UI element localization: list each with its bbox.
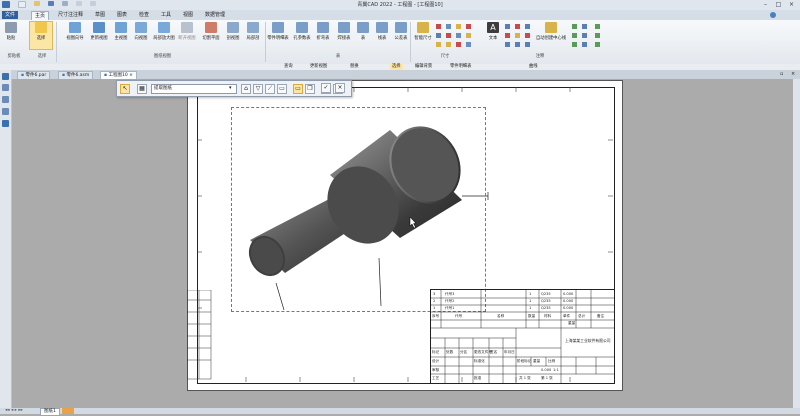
row-qty: 1: [529, 299, 532, 303]
row-material: Q235: [541, 292, 551, 296]
label-standardize: 标准化: [474, 359, 485, 363]
header-code: 代号: [455, 314, 463, 318]
row-code: 代号1: [445, 306, 455, 310]
row-code: 代号3: [445, 292, 455, 296]
company-name: 上海某某工业软件有限公司: [565, 338, 611, 343]
label-date: 年月日: [504, 350, 515, 354]
select-in-view-icon[interactable]: ⌂: [241, 84, 251, 94]
add-sheet-icon[interactable]: [62, 408, 74, 414]
header-name: 名称: [497, 314, 505, 318]
row-single-weight: 0.000: [563, 299, 574, 303]
label-check: 审核: [432, 368, 440, 372]
row-seq: 3: [433, 292, 436, 296]
select-copy-icon[interactable]: ❐: [305, 84, 315, 94]
left-margin-table: [187, 290, 212, 380]
total-sheets: 共 1 张: [519, 376, 531, 380]
vertical-scrollbar[interactable]: [793, 79, 800, 408]
selection-filter-select[interactable]: 提取图纸: [151, 84, 237, 94]
drawing-view-boundary[interactable]: [231, 107, 486, 312]
header-seq: 序号: [432, 314, 440, 318]
header-remark: 备注: [597, 314, 605, 318]
select-funnel-icon[interactable]: ▽: [253, 84, 263, 94]
label-weight: 重量: [533, 359, 541, 363]
header-single: 单件: [563, 314, 571, 318]
scale-value: 1:1: [553, 368, 559, 372]
sheet-tab-bar: ◂◂ ◂ ▸ ▸▸ 图纸1: [0, 408, 800, 416]
title-block[interactable]: 3 代号3 1 Q235 0.000 2 代号2 1 Q235 0.000 1 …: [430, 289, 615, 384]
header-qty: 数量: [528, 314, 536, 318]
title-block-grid: [431, 290, 614, 383]
label-ratio: 比例: [548, 359, 556, 363]
label-design: 设计: [432, 359, 440, 363]
select-box-icon[interactable]: ▭: [293, 84, 303, 94]
row-single-weight: 0.000: [563, 306, 574, 310]
weight-value: 0.000: [541, 368, 552, 372]
row-seq: 2: [433, 299, 436, 303]
chevron-down-icon[interactable]: ▾: [229, 85, 232, 91]
accept-icon[interactable]: ✓: [321, 83, 331, 93]
row-seq: 1: [433, 306, 436, 310]
row-code: 代号2: [445, 299, 455, 303]
row-material: Q235: [541, 299, 551, 303]
selection-filter-toolbar: ↖ ▦ 提取图纸 ▾ ⌂ ▽ ⟋ ▭ ▭ ❐ ← →: [116, 80, 352, 97]
row-material: Q235: [541, 306, 551, 310]
row-qty: 1: [529, 306, 532, 310]
label-zone: 分区: [460, 350, 468, 354]
row-qty: 1: [529, 292, 532, 296]
header-weight: 重量: [568, 321, 576, 325]
sheet-nav-icon[interactable]: ◂◂ ◂ ▸ ▸▸: [2, 408, 26, 414]
label-signature: 签名: [490, 350, 498, 354]
header-total: 总计: [578, 314, 586, 318]
header-material: 材料: [544, 314, 552, 318]
label-mark: 标记: [432, 350, 440, 354]
label-count: 处数: [446, 350, 454, 354]
sheet-tab[interactable]: 图纸1: [40, 408, 60, 416]
label-approve: 批准: [474, 376, 482, 380]
cancel-icon[interactable]: ×: [335, 83, 345, 93]
select-face-icon[interactable]: ▭: [277, 84, 287, 94]
select-tool-icon[interactable]: ↖: [120, 84, 130, 94]
select-edge-icon[interactable]: ⟋: [265, 84, 275, 94]
label-process: 工艺: [432, 376, 440, 380]
sheet-number: 第 1 张: [541, 376, 553, 380]
label-stage-mark: 阶段标记: [517, 359, 532, 363]
row-single-weight: 0.000: [563, 292, 574, 296]
filter-icon[interactable]: ▦: [137, 84, 147, 94]
